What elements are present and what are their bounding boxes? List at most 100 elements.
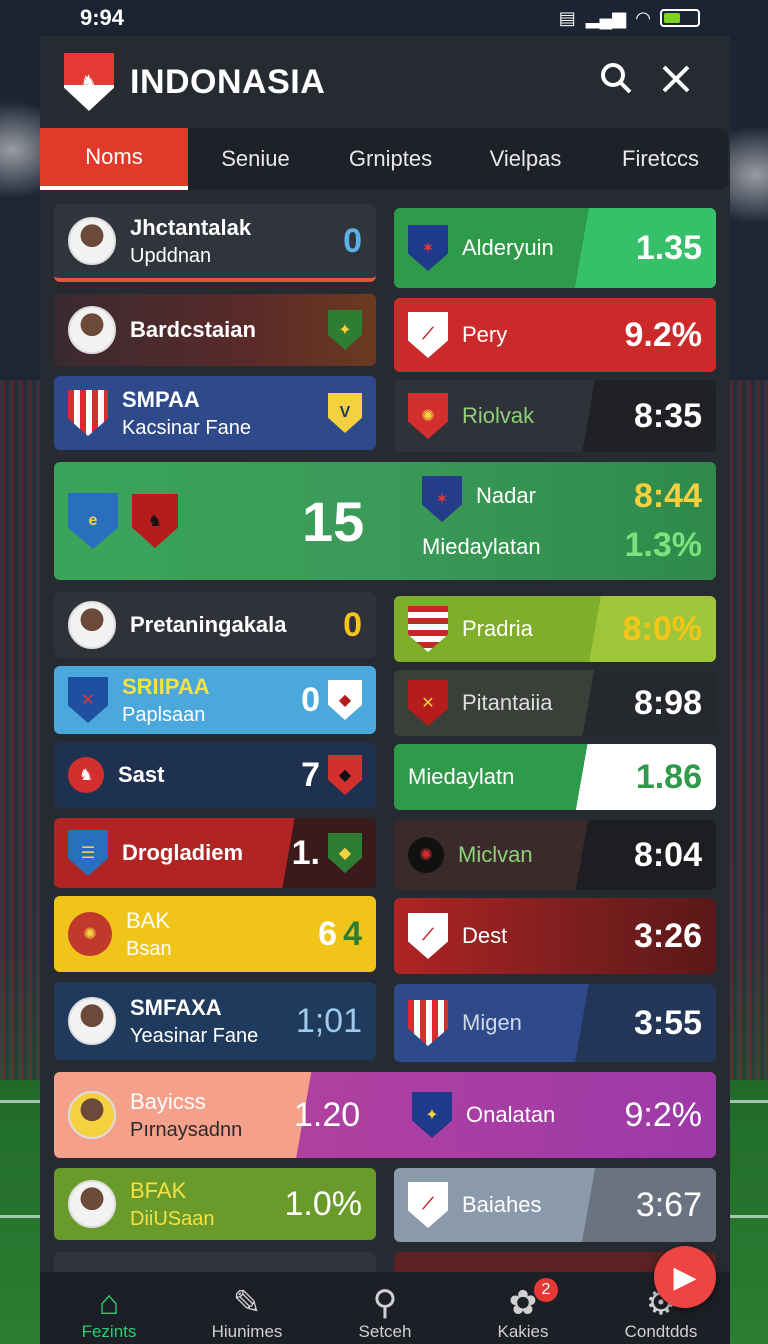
signal-icon: ▂▄▆	[585, 7, 627, 28]
search-icon	[601, 62, 632, 93]
player-avatar	[68, 997, 116, 1045]
app-window: ♞ INDONASIA Noms Seniue Grniptes Vielpas…	[40, 36, 730, 1344]
team-name: Alderyuin	[462, 235, 554, 260]
nav-label: Hiunimes	[211, 1322, 283, 1341]
tab-noms[interactable]: Noms	[40, 128, 188, 190]
close-button[interactable]	[646, 61, 706, 103]
team-name: Drogladiem	[122, 840, 244, 865]
status-bar: 9:94 ▤ ▂▄▆ ◠	[40, 0, 730, 36]
app-header: ♞ INDONASIA	[40, 36, 730, 128]
nav-label: Kakies	[497, 1322, 549, 1341]
team-crest-icon: ✶	[408, 225, 448, 271]
match-card-right[interactable]: Miedaylatn 1.86	[394, 744, 716, 810]
match-value: 0	[301, 680, 320, 719]
team-subtitle: Miedaylatan	[422, 533, 541, 559]
stadium-background-left	[0, 380, 40, 1080]
match-card-left[interactable]: ✺ BAK Bsan 6 4	[54, 896, 376, 972]
match-value: 1.20	[294, 1095, 361, 1134]
match-card-right[interactable]: ⟋ Pery 9.2%	[394, 298, 716, 372]
tab-grniptes[interactable]: Grniptes	[323, 128, 458, 190]
team-crest-icon: e	[68, 493, 118, 549]
nav-item-search[interactable]: ⚲ Setceh	[320, 1284, 450, 1342]
team-name: SMPAA	[122, 386, 200, 412]
tab-firetccs[interactable]: Firetccs	[593, 128, 728, 190]
match-value: 0	[343, 221, 362, 260]
team-crest-icon: ✶	[422, 476, 462, 522]
play-button[interactable]: ▶	[654, 1246, 716, 1308]
match-odds: 1.3%	[624, 526, 703, 564]
team-crest-icon	[408, 1000, 448, 1046]
match-card-left[interactable]: ☰ Drogladiem 1. ◆	[54, 818, 376, 888]
match-card-left[interactable]: ♞ Sast 7 ◆	[54, 742, 376, 808]
match-value: 7	[301, 755, 320, 794]
team-crest-icon: ✕	[68, 677, 108, 723]
tab-seniue[interactable]: Seniue	[188, 128, 323, 190]
nav-label: Condtdds	[624, 1322, 698, 1341]
team-name: Pradria	[462, 616, 533, 641]
match-time: 3:26	[633, 916, 702, 955]
team-name: Migen	[462, 1010, 522, 1035]
match-value: 1.	[291, 833, 320, 872]
match-time: 8:04	[633, 835, 702, 874]
notification-icon: ▤	[558, 7, 576, 28]
match-card-left[interactable]: SMFAXA Yeasinar Fane 1;01	[54, 982, 376, 1060]
match-card-right[interactable]: ⟋ Dest 3:26	[394, 898, 716, 974]
match-odds: 9.2%	[624, 315, 703, 354]
team-subtitle: Upddnan	[130, 244, 212, 267]
nav-item-home[interactable]: ⌂ Fezints	[44, 1284, 174, 1342]
team-name: Nadar	[476, 482, 536, 508]
nav-item-cookies[interactable]: ✿ 2 Kakies	[458, 1278, 588, 1342]
tab-vielpas[interactable]: Vielpas	[458, 128, 593, 190]
team-crest-icon: ◆	[328, 680, 362, 720]
team-crest-icon: ✺	[68, 912, 112, 956]
team-subtitle: Yeasinar Fane	[130, 1024, 259, 1047]
match-card-left[interactable]: Bardcstaian ✦	[54, 294, 376, 366]
team-crest-icon: ⟋	[408, 312, 448, 358]
team-crest-icon	[68, 390, 108, 436]
match-time: 3:67	[635, 1185, 702, 1224]
search-button[interactable]	[586, 61, 646, 104]
match-card-right[interactable]: ⟋ Baiahes 3:67	[394, 1168, 716, 1242]
notification-badge: 2	[534, 1278, 558, 1302]
match-card-right[interactable]: ✕ Pitantaiia 8:98	[394, 670, 716, 736]
player-name: Jhctantalak	[130, 214, 252, 240]
match-card-left[interactable]: Jhctantalak Upddnan 0	[54, 204, 376, 282]
match-value: 6	[318, 914, 338, 953]
cookie-icon: ✿	[508, 1284, 538, 1322]
tab-bar: Noms Seniue Grniptes Vielpas Firetccs	[40, 128, 728, 190]
match-card-left[interactable]: Pretaningakala 0	[54, 592, 376, 658]
team-subtitle: Pırnaysadnn	[130, 1118, 243, 1141]
team-crest-icon: ✕	[408, 680, 448, 726]
match-card-left[interactable]: SMPAA Kacsinar Fane V	[54, 376, 376, 450]
nav-label: Setceh	[358, 1322, 412, 1341]
match-card-right[interactable]: ✺ Riolvak 8:35	[394, 380, 716, 452]
team-crest-icon: ☰	[68, 830, 108, 876]
team-crest-icon: ✦	[328, 310, 362, 350]
match-odds: 8:0%	[622, 609, 702, 648]
match-card-right[interactable]: Pradria 8:0%	[394, 596, 716, 662]
match-card-left[interactable]: ✕ SRIIPAA Paplsaan 0 ◆	[54, 666, 376, 734]
match-card-wide[interactable]: Bayicss Pırnaysadnn 1.20 ✦ Onalatan 9:2%	[54, 1072, 716, 1158]
status-time: 9:94	[80, 5, 125, 30]
nav-item-edit[interactable]: ✎ Hiunimes	[182, 1284, 312, 1342]
team-crest-icon: ◆	[328, 755, 362, 795]
match-card-right[interactable]: ✶ Alderyuin 1.35	[394, 208, 716, 288]
featured-match-card[interactable]: e ♞ 15 ✶ Nadar Miedaylatan 8:44 1.3%	[54, 462, 716, 580]
team-name: Riolvak	[462, 403, 535, 428]
team-name: Sast	[118, 762, 165, 787]
team-name: BAK	[126, 907, 171, 933]
team-name: SMFAXA	[130, 994, 222, 1020]
battery-icon	[660, 9, 700, 27]
team-crest-icon: ⟋	[408, 1182, 448, 1228]
team-subtitle: Bsan	[126, 937, 172, 960]
match-card-right[interactable]: Migen 3:55	[394, 984, 716, 1062]
team-subtitle: DiiUSaan	[130, 1207, 215, 1230]
player-name: Pretaningakala	[130, 612, 287, 637]
team-logo-icon: ♞	[64, 53, 114, 111]
play-icon: ▶	[673, 1260, 697, 1294]
match-card-right[interactable]: ✺ Miclvan 8:04	[394, 820, 716, 890]
player-name: Bardcstaian	[130, 317, 256, 342]
match-card-left[interactable]: BFAK DiiUSaan 1.0%	[54, 1168, 376, 1240]
match-time: 8:98	[633, 683, 702, 722]
team-name: Pery	[462, 322, 508, 347]
